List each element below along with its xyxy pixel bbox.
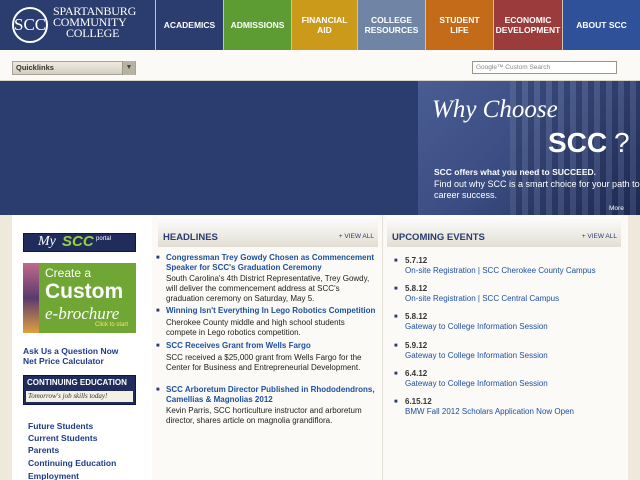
event-title[interactable]: BMW Fall 2012 Scholars Application Now O… — [405, 407, 574, 416]
myscc-my: My — [38, 234, 56, 249]
event-title[interactable]: On-site Registration | SCC Cherokee Coun… — [405, 266, 596, 275]
myscc-portal-label: portal — [96, 236, 112, 242]
event-title[interactable]: On-site Registration | SCC Central Campu… — [405, 294, 559, 303]
headline-title[interactable]: SCC Receives Grant from Wells Fargo — [166, 341, 376, 351]
link-continuing-education[interactable]: Continuing Education — [28, 458, 116, 468]
page-margin — [628, 215, 640, 480]
continuing-education-banner[interactable]: CONTINUING EDUCATION Tomorrow's job skil… — [23, 375, 136, 405]
logo-line-3: COLLEGE — [66, 26, 120, 40]
events-title: UPCOMING EVENTS — [392, 232, 485, 243]
event-title[interactable]: Gateway to College Information Session — [405, 379, 548, 388]
site-header: SCC SPARTANBURG COMMUNITY COLLEGE ACADEM… — [0, 0, 640, 50]
quicklinks-label: Quicklinks — [16, 63, 54, 72]
link-current-students[interactable]: Current Students — [28, 433, 97, 443]
promo-heading: Why Choose — [432, 96, 558, 123]
headline-title[interactable]: Congressman Trey Gowdy Chosen as Commenc… — [166, 253, 376, 273]
event-date: 5.7.12 — [405, 256, 428, 265]
bullet-icon: ■ — [156, 255, 160, 261]
bullet-icon: ■ — [394, 314, 398, 320]
headline-body: South Carolina's 4th District Representa… — [166, 274, 370, 303]
bullet-icon: ■ — [394, 371, 398, 377]
headlines-section: HEADLINES + VIEW ALL ■ Congressman Trey … — [152, 215, 382, 480]
search-input[interactable]: Google™ Custom Search — [472, 61, 617, 74]
event-date: 5.9.12 — [405, 341, 428, 350]
promo-body: Find out why SCC is a smart choice for y… — [434, 179, 640, 200]
event-date: 6.4.12 — [405, 369, 428, 378]
link-future-students[interactable]: Future Students — [28, 421, 93, 431]
ebrochure-label: e-brochure — [45, 304, 120, 323]
events-section: UPCOMING EVENTS + VIEW ALL ■ 5.7.12 On-s… — [382, 215, 628, 480]
headlines-header: HEADLINES + VIEW ALL — [158, 215, 378, 247]
headline-body: Cherokee County middle and high school s… — [166, 318, 345, 337]
event-date: 6.15.12 — [405, 397, 432, 406]
nav-academics[interactable]: ACADEMICS — [155, 0, 223, 50]
bullet-icon: ■ — [394, 258, 398, 264]
event-title[interactable]: Gateway to College Information Session — [405, 351, 548, 360]
bullet-icon: ■ — [156, 387, 160, 393]
headline-body: Kevin Parris, SCC horticulture instructo… — [166, 406, 362, 425]
main-nav: ACADEMICS ADMISSIONS FINANCIAL AID COLLE… — [155, 0, 640, 50]
bullet-icon: ■ — [394, 399, 398, 405]
college-logo[interactable]: SCC SPARTANBURG COMMUNITY COLLEGE — [8, 3, 156, 47]
chevron-down-icon[interactable]: ▼ — [122, 61, 135, 75]
nav-about-scc[interactable]: ABOUT SCC — [562, 0, 640, 50]
left-sidebar: My SCC portal Create a Custom e-brochure… — [12, 215, 152, 480]
promo-tagline: SCC offers what you need to SUCCEED. — [434, 167, 596, 177]
ebrochure-banner[interactable]: Create a Custom e-brochure Click to star… — [23, 263, 136, 333]
hero-banner: Why Choose SCC ? SCC offers what you nee… — [0, 81, 640, 215]
events-view-all[interactable]: + VIEW ALL — [582, 233, 617, 240]
quicklinks-select[interactable]: Quicklinks ▼ — [12, 61, 136, 75]
link-parents[interactable]: Parents — [28, 445, 59, 455]
headlines-title: HEADLINES — [163, 232, 218, 243]
headline-title[interactable]: Winning Isn't Everything In Lego Robotic… — [166, 306, 376, 316]
contedu-title: CONTINUING EDUCATION — [27, 378, 127, 387]
promo-more-link[interactable]: More — [609, 205, 624, 212]
nav-admissions[interactable]: ADMISSIONS — [223, 0, 291, 50]
logo-mark: SCC — [12, 7, 48, 43]
bullet-icon: ■ — [394, 286, 398, 292]
ebrochure-custom: Custom — [45, 280, 124, 303]
link-employment[interactable]: Employment — [28, 471, 79, 480]
myscc-portal-button[interactable]: My SCC portal — [23, 233, 136, 252]
promo-scc: SCC — [548, 127, 608, 158]
nav-economic-development[interactable]: ECONOMIC DEVELOPMENT — [493, 0, 562, 50]
events-header: UPCOMING EVENTS + VIEW ALL — [387, 215, 621, 247]
net-price-calculator-link[interactable]: Net Price Calculator — [23, 356, 104, 366]
headline-body: SCC received a $25,000 grant from Wells … — [166, 353, 362, 372]
ebrochure-create: Create a — [45, 266, 92, 280]
students-photo — [23, 263, 39, 333]
nav-financial-aid[interactable]: FINANCIAL AID — [291, 0, 357, 50]
ask-question-link[interactable]: Ask Us a Question Now — [23, 346, 118, 356]
contedu-tagline: Tomorrow's job skills today! — [26, 391, 133, 402]
event-date: 5.8.12 — [405, 312, 428, 321]
bullet-icon: ■ — [156, 308, 160, 314]
nav-college-resources[interactable]: COLLEGE RESOURCES — [357, 0, 425, 50]
event-title[interactable]: Gateway to College Information Session — [405, 322, 548, 331]
promo-question-mark: ? — [614, 127, 630, 158]
headlines-view-all[interactable]: + VIEW ALL — [339, 233, 374, 240]
bullet-icon: ■ — [394, 343, 398, 349]
bullet-icon: ■ — [156, 343, 160, 349]
nav-student-life[interactable]: STUDENT LIFE — [425, 0, 493, 50]
why-choose-scc-promo[interactable]: Why Choose SCC ? SCC offers what you nee… — [418, 81, 640, 215]
event-date: 5.8.12 — [405, 284, 428, 293]
myscc-scc: SCC — [62, 233, 94, 250]
headline-title[interactable]: SCC Arboretum Director Published in Rhod… — [166, 385, 376, 405]
ebrochure-click: Click to start — [95, 322, 129, 328]
